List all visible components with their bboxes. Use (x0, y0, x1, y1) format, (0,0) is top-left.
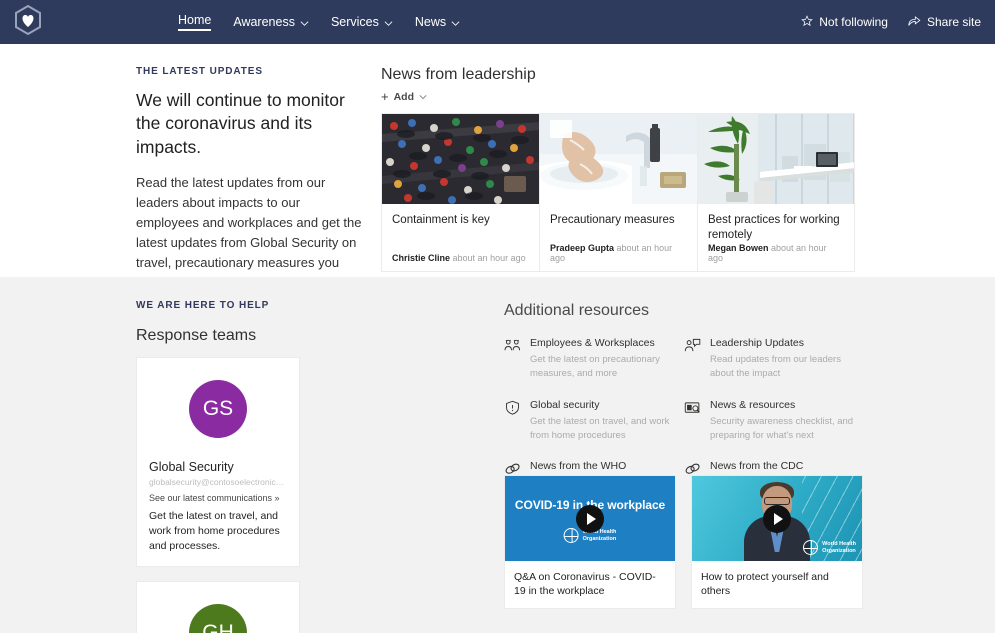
chevron-down-icon (419, 93, 428, 102)
news-section-title: News from leadership (381, 66, 536, 83)
news-card-title: Containment is key (392, 214, 490, 226)
share-site-button[interactable]: Share site (908, 15, 981, 30)
resource-link-news-resources[interactable]: News & resources Security awareness chec… (684, 399, 864, 443)
news-card-body: Precautionary measures Pradeep Gupta abo… (540, 204, 697, 271)
news-card-body: Best practices for working remotely Mega… (698, 204, 854, 271)
news-card-thumbnail (382, 114, 539, 204)
shield-alert-icon (504, 399, 521, 443)
news-card-thumbnail (698, 114, 854, 204)
news-card-meta: Megan Bowen about an hour ago (708, 243, 844, 263)
not-following-button[interactable]: Not following (801, 14, 888, 30)
news-card-list: Containment is key Christie Cline about … (381, 113, 856, 272)
video-caption: Q&A on Coronavirus - COVID-19 in the wor… (514, 571, 656, 598)
resource-description: Get the latest on precautionary measures… (530, 354, 660, 379)
news-card-author: Megan Bowen (708, 243, 769, 253)
share-site-label: Share site (926, 15, 981, 29)
nav-item-home[interactable]: Home (178, 0, 212, 44)
news-card-thumbnail (540, 114, 697, 204)
team-name: Global Security (149, 460, 234, 474)
news-card-title: Precautionary measures (550, 214, 675, 226)
additional-resources-title: Additional resources (504, 302, 649, 319)
nav-item-news[interactable]: News (415, 0, 460, 44)
person-speech-bubble-icon (684, 337, 701, 381)
resource-description: Security awareness checklist, and prepar… (710, 415, 854, 441)
video-thumbnail[interactable]: World Health Organization (692, 476, 862, 561)
resource-heading: News & resources (710, 398, 796, 411)
add-news-button[interactable]: + Add (381, 90, 856, 103)
response-teams-block: WE ARE HERE TO HELP Response teams GS Gl… (136, 300, 476, 633)
news-card-author: Christie Cline (392, 253, 451, 263)
news-card-meta: Pradeep Gupta about an hour ago (550, 243, 687, 263)
resource-link-employees-workplaces[interactable]: Employees & Worksplaces Get the latest o… (504, 337, 684, 381)
latest-updates-heading: We will continue to monitor the coronavi… (136, 90, 345, 157)
share-icon (908, 15, 921, 30)
star-icon (801, 14, 814, 30)
team-card[interactable]: GS Global Security globalsecurity@contos… (136, 357, 300, 567)
team-email: globalsecurity@contosoelectronics1a.onmi… (149, 477, 287, 487)
team-card[interactable]: GH Global HR global-HR@contosoelectronic… (136, 581, 300, 633)
response-teams-grid: GS Global Security globalsecurity@contos… (136, 357, 476, 633)
who-globe-icon (803, 540, 819, 555)
chevron-down-icon (384, 19, 393, 28)
resource-link-global-security[interactable]: Global security Get the latest on travel… (504, 399, 684, 443)
site-logo[interactable] (6, 0, 50, 44)
not-following-label: Not following (819, 15, 888, 29)
nav-item-awareness[interactable]: Awareness (233, 0, 309, 44)
chevron-down-icon (451, 19, 460, 28)
who-globe-icon (563, 528, 579, 543)
news-card[interactable]: Containment is key Christie Cline about … (381, 113, 539, 272)
news-card-body: Containment is key Christie Cline about … (382, 204, 539, 271)
heart-hexagon-logo-icon (13, 4, 43, 41)
news-card-author: Pradeep Gupta (550, 243, 615, 253)
help-eyebrow: WE ARE HERE TO HELP (136, 300, 270, 311)
site-header: Home Awareness Services News Not followi… (0, 0, 995, 44)
resource-description: Get the latest on travel, and work from … (530, 415, 670, 441)
news-card-meta: Christie Cline about an hour ago (392, 253, 529, 263)
people-group-icon (504, 337, 521, 381)
video-card[interactable]: COVID-19 in the workplace World HealthOr… (504, 475, 676, 610)
resource-heading: News from the CDC (710, 460, 804, 473)
resource-heading: Employees & Worksplaces (530, 337, 655, 349)
news-search-icon (684, 399, 701, 443)
chevron-down-icon (300, 19, 309, 28)
nav-item-home-label: Home (178, 13, 212, 31)
who-brand-text: World Health Organization (822, 540, 856, 554)
video-thumbnail[interactable]: COVID-19 in the workplace World HealthOr… (505, 476, 675, 561)
header-actions: Not following Share site (801, 0, 981, 44)
top-section: THE LATEST UPDATES We will continue to m… (0, 44, 995, 311)
play-icon[interactable] (763, 504, 791, 533)
avatar: GH (189, 604, 247, 633)
news-from-leadership-section: News from leadership + Add Containment i… (381, 66, 856, 272)
primary-navigation: Home Awareness Services News (178, 0, 460, 44)
team-description: Get the latest on travel, and work from … (149, 510, 280, 553)
resource-heading: Leadership Updates (710, 337, 804, 349)
news-card[interactable]: Best practices for working remotely Mega… (697, 113, 855, 272)
resource-heading: News from the WHO (530, 460, 627, 473)
video-card-list: COVID-19 in the workplace World HealthOr… (504, 475, 863, 610)
nav-item-services-label: Services (330, 15, 379, 29)
nav-item-services[interactable]: Services (331, 0, 393, 44)
avatar: GS (189, 380, 247, 438)
team-communications-link[interactable]: See our latest communications » (149, 493, 287, 503)
add-news-label: Add (393, 90, 415, 103)
plus-icon: + (381, 89, 389, 104)
play-icon[interactable] (576, 504, 604, 533)
news-card-time: about an hour ago (452, 253, 526, 263)
latest-updates-eyebrow: THE LATEST UPDATES (136, 66, 263, 77)
video-card[interactable]: World Health Organization How to protect … (691, 475, 863, 610)
help-section: WE ARE HERE TO HELP Response teams GS Gl… (0, 277, 995, 633)
resource-heading: Global security (530, 398, 600, 411)
video-caption: How to protect yourself and others (701, 571, 829, 598)
response-teams-title: Response teams (136, 327, 257, 344)
resource-description: Read updates from our leaders about the … (710, 354, 841, 379)
nav-item-news-label: News (414, 15, 447, 29)
nav-item-awareness-label: Awareness (233, 15, 295, 29)
news-card[interactable]: Precautionary measures Pradeep Gupta abo… (539, 113, 697, 272)
who-logo: World Health Organization (803, 540, 856, 555)
resource-link-leadership-updates[interactable]: Leadership Updates Read updates from our… (684, 337, 864, 381)
news-card-title: Best practices for working remotely (708, 213, 840, 241)
